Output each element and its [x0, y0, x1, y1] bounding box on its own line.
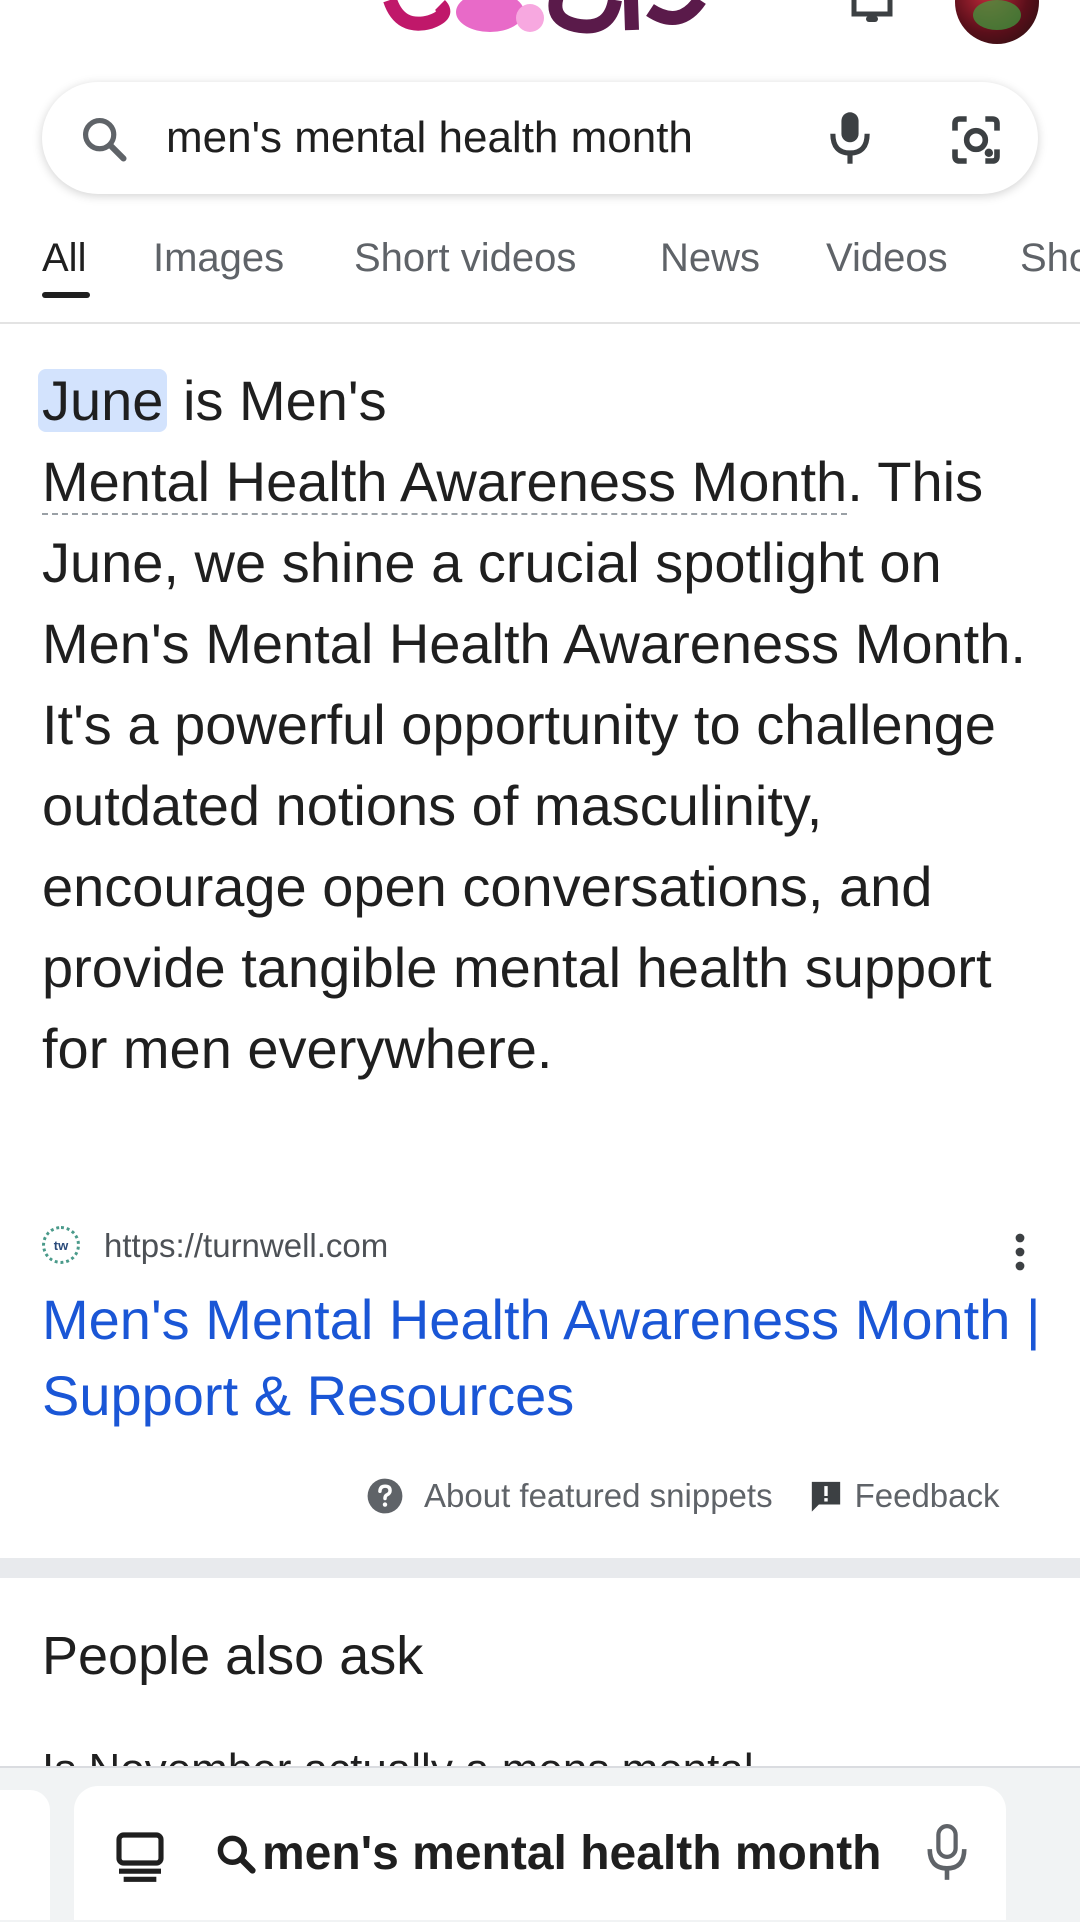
paa-question-text[interactable]: Is November actually a mens mental — [42, 1740, 754, 1768]
result-url[interactable]: https://turnwell.com — [104, 1224, 388, 1268]
feedback-link[interactable]: Feedback — [855, 1477, 1000, 1515]
google-doodle-logo[interactable] — [380, 0, 710, 50]
result-title-link[interactable]: Men's Mental Health Awareness Month | Su… — [42, 1282, 1042, 1434]
tab-all[interactable]: All — [42, 230, 86, 286]
paa-question-row[interactable]: Is November actually a mens mental — [0, 1740, 1080, 1768]
voice-search-icon[interactable] — [824, 108, 876, 168]
address-bar-mic-icon[interactable] — [924, 1822, 970, 1884]
more-options-icon[interactable] — [1008, 1232, 1032, 1272]
search-input[interactable]: men's mental health month — [166, 108, 746, 168]
search-tabs: All Images Short videos News Videos Sho — [0, 230, 1080, 324]
google-lens-icon[interactable] — [948, 112, 1004, 168]
snippet-footer: About featured snippets Feedback — [366, 1472, 1000, 1520]
snippet-highlight: June — [38, 369, 168, 432]
tabs-overview-icon[interactable] — [112, 1828, 168, 1884]
featured-snippet-text: June is Men's Mental Health Awareness Mon… — [38, 360, 1042, 1089]
feedback-icon[interactable] — [809, 1479, 843, 1513]
snippet-rest: . This June, we shine a crucial spotligh… — [42, 450, 1026, 1080]
help-icon[interactable] — [366, 1477, 404, 1515]
search-icon — [82, 117, 127, 162]
active-tab-indicator — [42, 292, 90, 298]
previous-tab-preview[interactable] — [0, 1790, 50, 1920]
site-favicon: tw — [42, 1226, 80, 1264]
snippet-part1: is Men's — [167, 369, 387, 432]
profile-avatar[interactable] — [955, 0, 1039, 44]
tab-images[interactable]: Images — [153, 230, 284, 286]
snippet-underlined-term[interactable]: Mental Health Awareness Month — [42, 450, 848, 515]
about-featured-snippets-link[interactable]: About featured snippets — [424, 1477, 773, 1515]
tab-shopping[interactable]: Sho — [1020, 230, 1080, 286]
tab-news[interactable]: News — [660, 230, 760, 286]
tab-videos[interactable]: Videos — [826, 230, 948, 286]
people-also-ask-heading: People also ask — [42, 1626, 424, 1686]
address-search-icon — [217, 1835, 256, 1874]
section-divider — [0, 1558, 1080, 1578]
top-header — [0, 0, 1080, 60]
account-cloud-icon[interactable] — [42, 0, 142, 20]
address-bar-query[interactable]: men's mental health month — [262, 1822, 882, 1886]
tab-short-videos[interactable]: Short videos — [354, 230, 576, 286]
notifications-bell-icon[interactable] — [848, 0, 896, 26]
